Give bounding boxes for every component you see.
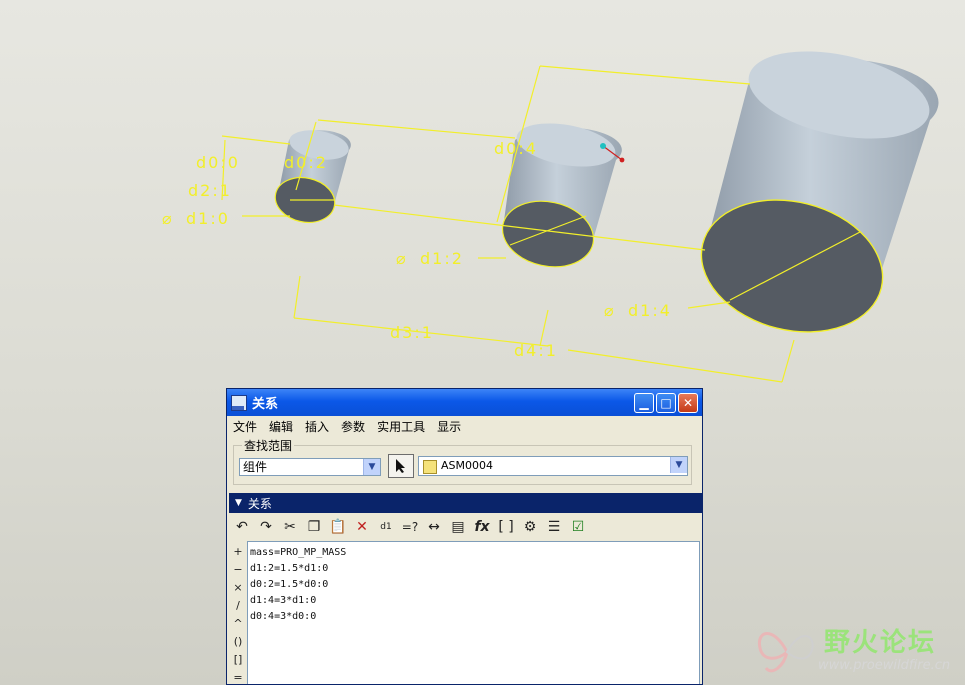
function-icon[interactable]: fx [471, 516, 493, 538]
menu-display[interactable]: 显示 [437, 418, 461, 435]
menu-bar: 文件 编辑 插入 参数 实用工具 显示 [227, 416, 702, 436]
info-icon[interactable]: ☰ [543, 516, 565, 538]
dimension-label[interactable]: d0:2 [284, 153, 328, 172]
undo-icon[interactable]: ↶ [231, 516, 253, 538]
dialog-title: 关系 [252, 397, 279, 412]
scope-select[interactable]: 组件 ▼ [239, 458, 381, 476]
dimension-icon[interactable]: ↔ [423, 516, 445, 538]
close-button[interactable]: ✕ [678, 392, 698, 413]
small-cylinder[interactable] [271, 126, 351, 228]
relations-editor[interactable]: mass=PRO_MP_MASS d1:2=1.5*d1:0 d0:2=1.5*… [247, 541, 700, 684]
minimize-button[interactable]: ▁ [634, 392, 654, 413]
butterfly-logo-icon [757, 632, 814, 673]
parameter-icon[interactable]: ▤ [447, 516, 469, 538]
watermark-title: 野火论坛 [824, 628, 937, 658]
operator-power[interactable]: ^ [231, 615, 245, 633]
dimension-label[interactable]: d1:2 [420, 249, 464, 268]
chevron-down-icon[interactable]: ▼ [363, 459, 380, 475]
dimension-label[interactable]: d3:1 [390, 323, 434, 342]
relations-section-header[interactable]: ▼ 关系 [229, 493, 702, 513]
chevron-down-icon[interactable]: ▼ [670, 457, 687, 473]
operator-equals[interactable]: = [231, 669, 245, 684]
cursor-arrow-icon [396, 459, 405, 473]
pick-model-button[interactable] [388, 454, 414, 478]
maximize-button[interactable]: □ [656, 392, 676, 413]
operator-plus[interactable]: + [231, 543, 245, 561]
model-select[interactable]: ASM0004 ▼ [418, 456, 688, 476]
operator-minus[interactable]: − [231, 561, 245, 579]
dimension-label[interactable]: d2:1 [188, 181, 232, 200]
operator-column: + − × / ^ () [] = [231, 543, 245, 684]
dimension-label[interactable]: d1:0 [186, 209, 230, 228]
dialog-titlebar[interactable]: 关系 ▁ □ ✕ [227, 389, 702, 416]
assembly-icon [423, 460, 437, 474]
model-value: ASM0004 [441, 459, 493, 472]
paste-icon[interactable]: 📋 [327, 516, 349, 538]
window-icon [231, 394, 247, 411]
redo-icon[interactable]: ↷ [255, 516, 277, 538]
dimension-label[interactable]: d0:4 [494, 139, 538, 158]
scope-value: 组件 [243, 460, 268, 474]
search-scope-group: 查找范围 组件 ▼ ASM0004 ▼ [233, 437, 692, 485]
relation-line[interactable]: d0:2=1.5*d0:0 [250, 577, 699, 593]
bracket-icon[interactable]: [ ] [495, 516, 517, 538]
delete-icon[interactable]: ✕ [351, 516, 373, 538]
search-scope-legend: 查找范围 [242, 437, 295, 454]
copy-icon[interactable]: ❐ [303, 516, 325, 538]
menu-utilities[interactable]: 实用工具 [377, 418, 425, 435]
evaluate-icon[interactable]: d1 [375, 516, 397, 538]
checkmark-icon[interactable]: ☑ [567, 516, 589, 538]
relations-toolbar: ↶ ↷ ✂ ❐ 📋 ✕ d1 =? ↔ ▤ fx [ ] ⚙ ☰ ☑ [231, 515, 591, 539]
relation-line[interactable]: d1:2=1.5*d1:0 [250, 561, 699, 577]
menu-insert[interactable]: 插入 [305, 418, 329, 435]
watermark-url: www.proewildfire.cn [818, 658, 951, 673]
sort-icon[interactable]: ⚙ [519, 516, 541, 538]
relations-dialog: 关系 ▁ □ ✕ 文件 编辑 插入 参数 实用工具 显示 查找范围 组件 ▼ A… [226, 388, 703, 685]
diameter-symbol: ⌀ [396, 249, 408, 268]
collapse-triangle-icon: ▼ [235, 498, 242, 508]
verify-icon[interactable]: =? [399, 516, 421, 538]
dimension-label[interactable]: d1:4 [628, 301, 672, 320]
relation-line[interactable]: mass=PRO_MP_MASS [250, 545, 699, 561]
dimension-label[interactable]: d0:0 [196, 153, 240, 172]
operator-multiply[interactable]: × [231, 579, 245, 597]
menu-file[interactable]: 文件 [233, 418, 257, 435]
section-label: 关系 [247, 496, 272, 511]
operator-brackets[interactable]: [] [231, 651, 245, 669]
diameter-symbol: ⌀ [604, 301, 616, 320]
relation-line[interactable]: d0:4=3*d0:0 [250, 609, 699, 625]
menu-parameters[interactable]: 参数 [341, 418, 365, 435]
relation-line[interactable]: d1:4=3*d1:0 [250, 593, 699, 609]
diameter-symbol: ⌀ [162, 209, 174, 228]
operator-divide[interactable]: / [231, 597, 245, 615]
cut-icon[interactable]: ✂ [279, 516, 301, 538]
operator-parentheses[interactable]: () [231, 633, 245, 651]
watermark: 野火论坛 www.proewildfire.cn [754, 618, 960, 682]
dimension-label[interactable]: d4:1 [514, 341, 558, 360]
menu-edit[interactable]: 编辑 [269, 418, 293, 435]
